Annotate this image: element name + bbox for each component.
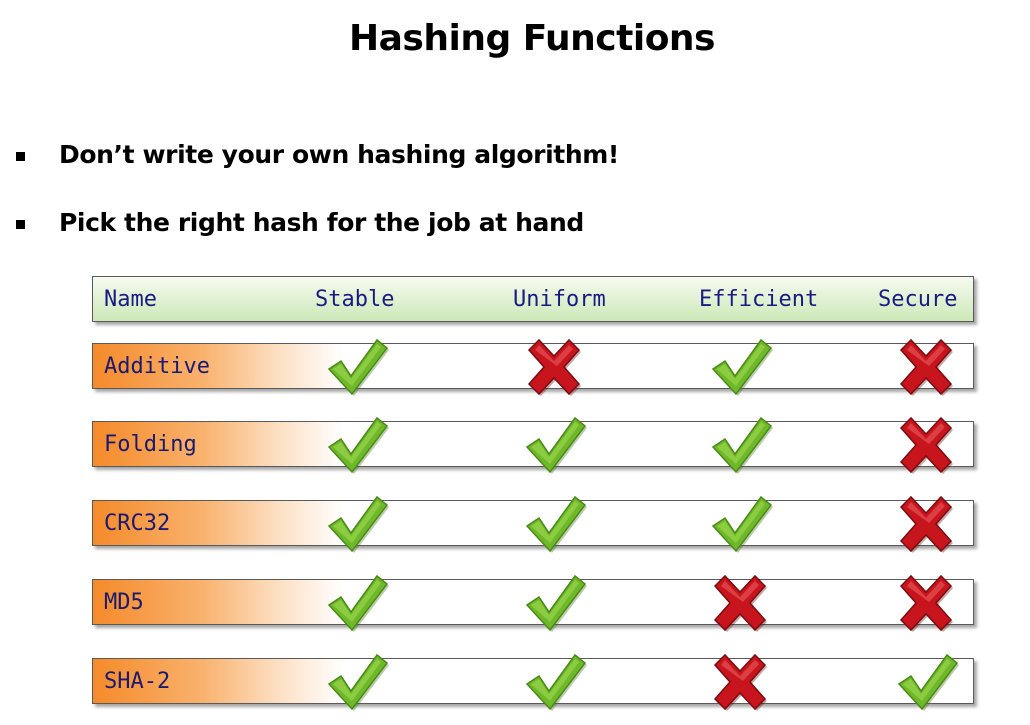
header-efficient: Efficient	[699, 287, 819, 312]
check-icon	[323, 572, 389, 634]
bullet-marker	[16, 152, 25, 161]
cross-icon	[893, 493, 959, 555]
check-icon	[707, 493, 773, 555]
check-icon	[893, 651, 959, 713]
cross-icon	[893, 414, 959, 476]
row-label: Additive	[104, 354, 210, 379]
check-icon	[521, 651, 587, 713]
bullet-marker	[16, 220, 25, 229]
check-icon	[323, 336, 389, 398]
table-row: MD5	[92, 574, 974, 632]
table-row: Folding	[92, 416, 974, 474]
check-icon	[521, 493, 587, 555]
cross-icon	[893, 572, 959, 634]
row-label: SHA-2	[104, 669, 171, 694]
row-label: Folding	[104, 432, 197, 457]
table-header-row: Name Stable Uniform Efficient Secure	[92, 276, 974, 322]
cross-icon	[893, 336, 959, 398]
check-icon	[707, 414, 773, 476]
check-icon	[521, 572, 587, 634]
row-label: CRC32	[104, 511, 171, 536]
table-row: CRC32	[92, 495, 974, 553]
check-icon	[323, 493, 389, 555]
slide-title: Hashing Functions	[349, 18, 715, 59]
cross-icon	[521, 336, 587, 398]
header-name: Name	[104, 287, 157, 312]
cross-icon	[707, 572, 773, 634]
check-icon	[323, 414, 389, 476]
check-icon	[521, 414, 587, 476]
bullet-text: Don’t write your own hashing algorithm!	[59, 140, 619, 169]
header-uniform: Uniform	[513, 287, 606, 312]
check-icon	[323, 651, 389, 713]
bullet-text: Pick the right hash for the job at hand	[59, 208, 584, 237]
header-stable: Stable	[315, 287, 395, 312]
table-row: SHA-2	[92, 653, 974, 711]
check-icon	[707, 336, 773, 398]
row-label: MD5	[104, 590, 144, 615]
cross-icon	[707, 651, 773, 713]
table-row: Additive	[92, 338, 974, 396]
header-secure: Secure	[878, 287, 958, 312]
